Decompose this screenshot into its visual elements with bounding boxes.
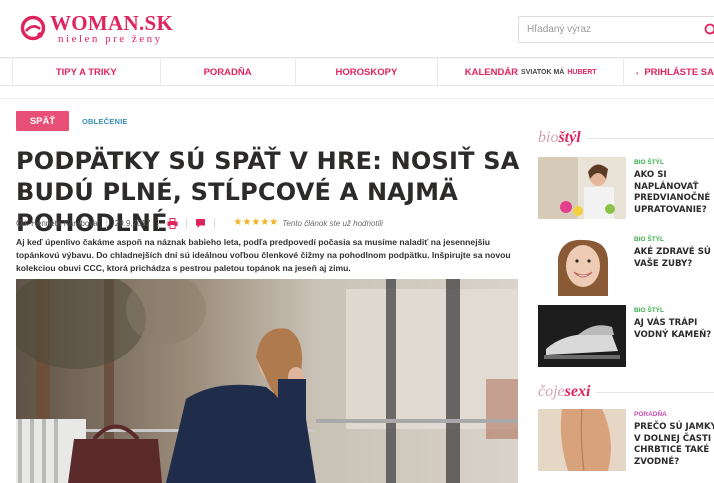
- card-thumbnail[interactable]: [538, 409, 626, 471]
- nav-item-label: HOROSKOPY: [335, 67, 398, 78]
- nav-item-horoskopy[interactable]: HOROSKOPY: [296, 59, 439, 86]
- nav-item-subtext: SVIATOK MÁ: [521, 69, 565, 76]
- logo-swirl-icon: [20, 15, 46, 41]
- sidebar-heading-bio-styl[interactable]: bioštýl: [538, 128, 714, 148]
- star-icon[interactable]: ★: [233, 218, 242, 228]
- nav-item-kalendar[interactable]: KALENDÁR SVIATOK MÁ HUBERT: [438, 59, 624, 86]
- photo-woman-on-bench: [16, 279, 518, 483]
- article-meta: Od: Henrieta Karabova 29.9.2017 ★ ★ ★ ★ ★ Te…: [16, 216, 383, 230]
- sidebar-article-card[interactable]: BIO ŠTÝL AKÉ ZDRAVÉ SÚ VAŠE ZUBY?: [538, 234, 714, 300]
- sidebar-heading-label: bioštýl: [538, 129, 581, 147]
- sidebar-heading-label: čojesexi: [538, 383, 590, 401]
- article-hero-image: [16, 279, 518, 483]
- photo-iron: [538, 305, 626, 367]
- article-lead: Aj keď úpenlivo čakáme aspoň na náznak b…: [16, 237, 511, 273]
- divider: [214, 217, 216, 229]
- nav-item-label: PRIHLÁSTE SA: [644, 67, 714, 78]
- logo-tagline: nielen pre ženy: [58, 33, 163, 45]
- site-header: WOMAN.SK nielen pre ženy: [0, 0, 714, 58]
- card-category[interactable]: BIO ŠTÝL: [634, 236, 664, 243]
- nav-item-tipy-a-triky[interactable]: TIPY A TRIKY: [12, 59, 161, 86]
- divider: [586, 137, 714, 139]
- login-link[interactable]: PRIHLÁSTE SA: [624, 59, 714, 86]
- card-title[interactable]: PREČO SÚ JAMKY V DOLNEJ ČASTI CHRBTICE T…: [634, 422, 714, 468]
- star-icon[interactable]: ★: [269, 218, 278, 228]
- sidebar-article-card[interactable]: PORADŇA PREČO SÚ JAMKY V DOLNEJ ČASTI CH…: [538, 409, 714, 475]
- nav-item-poradna[interactable]: PORADŇA: [161, 59, 296, 86]
- user-icon: [636, 71, 639, 74]
- divider: [186, 217, 188, 229]
- divider: [105, 217, 107, 229]
- sidebar-article-card[interactable]: BIO ŠTÝL AJ VÁS TRÁPI VODNÝ KAMEŇ?: [538, 305, 714, 371]
- star-icon[interactable]: ★: [260, 218, 269, 228]
- main-nav: TIPY A TRIKY PORADŇA HOROSKOPY KALENDÁR …: [0, 58, 714, 86]
- heading-prefix: čoje: [538, 383, 565, 400]
- article-author[interactable]: Od: Henrieta Karabova: [16, 219, 98, 228]
- card-thumbnail[interactable]: [538, 157, 626, 219]
- card-category[interactable]: BIO ŠTÝL: [634, 307, 664, 314]
- star-icon[interactable]: ★: [251, 218, 260, 228]
- breadcrumb-category[interactable]: OBLEČENIE: [82, 117, 128, 126]
- comment-icon[interactable]: [195, 218, 206, 229]
- card-category[interactable]: PORADŇA: [634, 411, 667, 418]
- site-logo[interactable]: WOMAN.SK nielen pre ženy: [20, 13, 173, 45]
- photo-cleaning-woman: [538, 157, 626, 219]
- search-input[interactable]: [519, 17, 694, 42]
- print-icon[interactable]: [167, 217, 178, 229]
- nav-item-name-day: HUBERT: [567, 69, 597, 76]
- article-date: 29.9.2017: [114, 218, 151, 228]
- logo-title: WOMAN.SK: [50, 11, 174, 35]
- rating-stars[interactable]: ★ ★ ★ ★ ★: [233, 218, 278, 228]
- search-box: [518, 16, 714, 43]
- photo-smiling-woman: [538, 234, 626, 296]
- card-category[interactable]: BIO ŠTÝL: [634, 159, 664, 166]
- rating-note: Tento článok ste už hodnotili: [282, 218, 383, 228]
- card-thumbnail[interactable]: [538, 305, 626, 367]
- card-thumbnail[interactable]: [538, 234, 626, 296]
- heading-word: štýl: [558, 129, 581, 146]
- nav-item-label: KALENDÁR: [464, 67, 519, 78]
- divider: [0, 98, 714, 99]
- card-title[interactable]: AKÉ ZDRAVÉ SÚ VAŠE ZUBY?: [634, 247, 714, 270]
- nav-item-label: PORADŇA: [203, 67, 252, 78]
- search-icon[interactable]: [703, 22, 714, 38]
- back-button[interactable]: SPÄŤ: [16, 111, 69, 131]
- card-title[interactable]: AKO SI NAPLÁNOVAŤ PREDVIANOČNÉ UPRATOVAN…: [634, 170, 714, 216]
- heading-prefix: bio: [538, 129, 559, 146]
- star-icon[interactable]: ★: [242, 218, 251, 228]
- card-title[interactable]: AJ VÁS TRÁPI VODNÝ KAMEŇ?: [634, 318, 714, 341]
- divider: [596, 391, 714, 393]
- photo-back: [538, 409, 626, 471]
- sidebar-article-card[interactable]: BIO ŠTÝL AKO SI NAPLÁNOVAŤ PREDVIANOČNÉ …: [538, 157, 714, 223]
- sidebar-heading-coje-sexi[interactable]: čojesexi: [538, 382, 714, 402]
- divider: [158, 217, 160, 229]
- nav-item-label: TIPY A TRIKY: [55, 67, 117, 78]
- heading-word: sexi: [564, 383, 591, 400]
